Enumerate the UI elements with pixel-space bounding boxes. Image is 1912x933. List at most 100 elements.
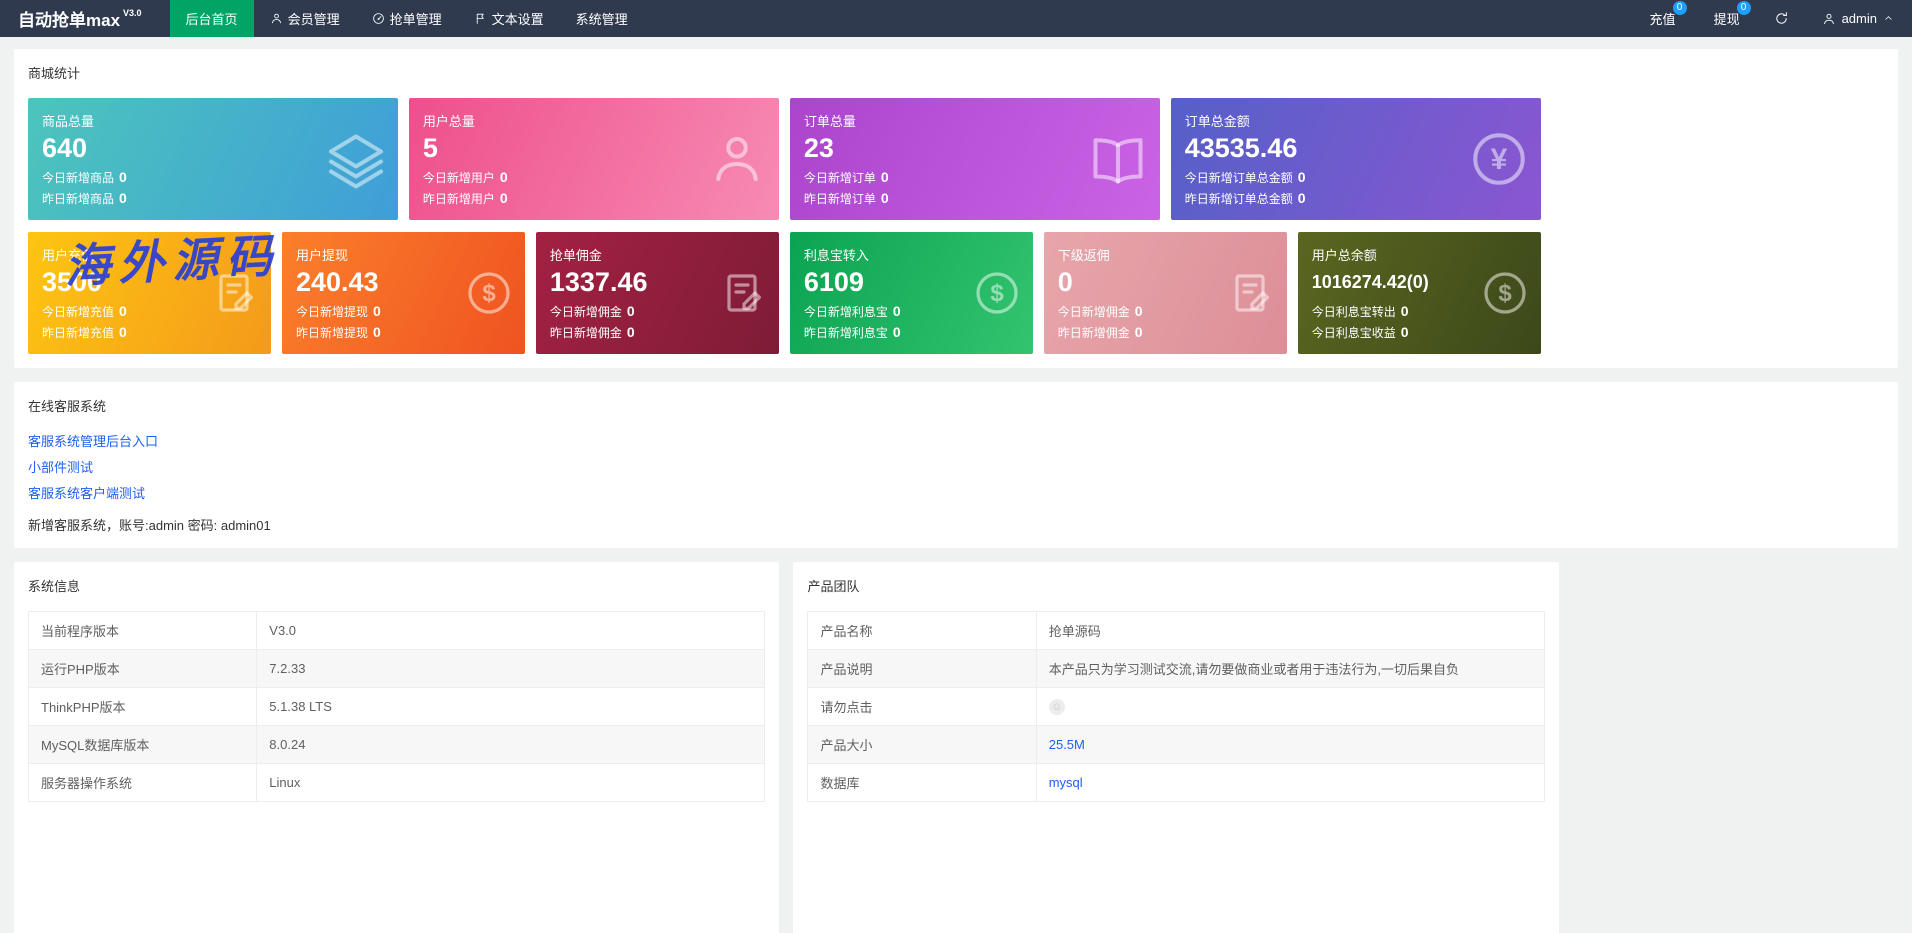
tile-title: 用户总量: [422, 114, 475, 129]
tile-line-label: 昨日新增订单总金额: [1184, 192, 1293, 207]
table-row: MySQL数据库版本 8.0.24: [27, 725, 766, 764]
nav-item-label: 系统管理: [575, 12, 628, 27]
header-button-label: 提现: [1713, 12, 1740, 27]
tile-stat-line: 昨日新增商品 0: [42, 190, 384, 207]
system-info-panel: 系统信息 当前程序版本 V3.0 运行PHP版本 7.2.33 ThinkPHP版本 5.…: [14, 562, 780, 933]
tile-line-label: 今日新增用户: [422, 171, 495, 186]
svg-text:$: $: [990, 280, 1004, 307]
service-link-2[interactable]: 客服系统客户端测试: [28, 483, 145, 502]
layers-icon: [326, 129, 386, 189]
tile-line-value: 0: [892, 324, 901, 341]
header-buttons: 充值 0 提现 0: [1631, 0, 1759, 37]
tile-line-value: 0: [1297, 169, 1306, 186]
top-header: 自动抢单max V3.0 后台首页 会员管理 抢单管理 文本设置 系统管理 充值 0 提现 0…: [0, 0, 1912, 37]
row-value: 7.2.33: [269, 661, 306, 676]
refresh-icon: [1774, 11, 1789, 26]
user-menu[interactable]: admin: [1804, 0, 1912, 37]
app-logo[interactable]: 自动抢单max V3.0: [0, 0, 160, 37]
tile-stat-line: 昨日新增订单总金额 0: [1185, 190, 1527, 207]
tile-line-label: 今日新增订单: [803, 171, 876, 186]
person-icon: [270, 12, 283, 25]
dollar-icon: $: [973, 269, 1021, 317]
tile-line-value: 0: [372, 303, 381, 320]
flag-icon: [474, 12, 487, 25]
nav-item-label: 抢单管理: [389, 12, 442, 27]
refresh-button[interactable]: [1759, 0, 1804, 37]
row-value-cell: 7.2.33: [256, 649, 766, 688]
row-label: 产品名称: [820, 624, 873, 639]
tile-line-label: 今日新增订单总金额: [1184, 171, 1293, 186]
row-label-cell: 数据库: [807, 763, 1037, 802]
header-button-1[interactable]: 提现 0: [1695, 0, 1759, 37]
header-button-0[interactable]: 充值 0: [1631, 0, 1695, 37]
nav-item-4[interactable]: 系统管理: [560, 0, 644, 37]
tile-title: 商品总量: [42, 114, 95, 129]
table-row: 请勿点击: [807, 687, 1545, 726]
row-value-link[interactable]: mysql: [1049, 775, 1083, 790]
row-value-cell: mysql: [1035, 763, 1545, 802]
row-label-cell: 产品大小: [807, 725, 1037, 764]
dashboard-icon: [372, 12, 385, 25]
nav-item-2[interactable]: 抢单管理: [356, 0, 458, 37]
nav-item-label: 会员管理: [287, 12, 340, 27]
service-panel-title: 在线客服系统: [28, 399, 107, 414]
tile-line-label: 今日利息宝转出: [1311, 304, 1396, 319]
row-value-cell: 8.0.24: [256, 725, 766, 764]
tile-line-value: 0: [119, 324, 127, 341]
dollar-icon: $: [1481, 269, 1529, 317]
row-value-cell: 抢单源码: [1035, 611, 1545, 650]
row-label: 当前程序版本: [41, 624, 120, 639]
product-team-table: 产品名称 抢单源码 产品说明 本产品只为学习测试交流,请勿要做商业或者用于违法行为,一…: [807, 611, 1545, 802]
tile-line-label: 今日新增利息宝: [803, 305, 888, 320]
product-team-title: 产品团队: [807, 579, 860, 594]
nav-item-3[interactable]: 文本设置: [458, 0, 560, 37]
nav-item-label: 文本设置: [491, 12, 544, 27]
row-label-cell: 运行PHP版本: [27, 649, 258, 688]
user-icon: [1822, 12, 1836, 26]
tile-line-label: 今日新增佣金: [1057, 305, 1130, 320]
tile-line-value: 0: [119, 169, 127, 186]
stat-tile-row1-1: 用户总量 5 今日新增用户 0 昨日新增用户 0: [408, 98, 779, 220]
service-link-0[interactable]: 客服系统管理后台入口: [28, 431, 158, 450]
stat-tile-row1-3: 订单总金额 43535.46 今日新增订单总金额 0 昨日新增订单总金额 0 ¥: [1170, 98, 1541, 220]
tile-title: 用户总余额: [1311, 248, 1377, 263]
book-icon: [1088, 129, 1148, 189]
nav-item-1[interactable]: 会员管理: [254, 0, 356, 37]
table-row: ThinkPHP版本 5.1.38 LTS: [27, 687, 766, 726]
person-icon: [707, 129, 767, 189]
row-value: Linux: [269, 775, 301, 790]
row-value-cell: [1035, 687, 1545, 726]
nav-item-0[interactable]: 后台首页: [169, 0, 254, 37]
tile-stat-line: 今日利息宝收益 0: [1312, 324, 1527, 341]
row-value-cell: Linux: [256, 763, 766, 802]
dollar-icon: $: [465, 269, 513, 317]
row-value: 抢单源码: [1048, 624, 1101, 639]
stat-tile-row2-5: 用户总余额 1016274.42(0) 今日利息宝转出 0 今日利息宝收益 0 $: [1297, 232, 1541, 354]
tile-line-label: 昨日新增充值: [42, 326, 115, 341]
stat-tile-row2-2: 抢单佣金 1337.46 今日新增佣金 0 昨日新增佣金 0: [535, 232, 779, 354]
notification-badge: 0: [1672, 1, 1687, 15]
row-value-cell: 25.5M: [1035, 725, 1545, 764]
tile-line-value: 0: [880, 169, 889, 186]
tile-line-value: 0: [1134, 324, 1143, 341]
table-row: 产品大小 25.5M: [807, 725, 1545, 764]
row-label-cell: 产品名称: [807, 611, 1037, 650]
row-value-link[interactable]: 25.5M: [1049, 737, 1085, 752]
dont-click-emoji-icon[interactable]: [1048, 699, 1065, 715]
tile-line-value: 0: [119, 303, 127, 320]
row-label-cell: ThinkPHP版本: [27, 687, 258, 726]
row-value-cell: 本产品只为学习测试交流,请勿要做商业或者用于违法行为,一切后果自负: [1035, 649, 1545, 688]
row-label-cell: 服务器操作系统: [27, 763, 258, 802]
tile-title: 利息宝转入: [803, 248, 869, 263]
main-content: 海外源码 商城统计 商品总量 640 今日新增商品 0 昨日新增商品 0 用户总量 5 今日新增…: [0, 37, 1912, 933]
tile-title: 用户提现: [295, 248, 348, 263]
row-value: 本产品只为学习测试交流,请勿要做商业或者用于违法行为,一切后果自负: [1048, 662, 1459, 677]
row-label: MySQL数据库版本: [41, 738, 150, 753]
row-label: 服务器操作系统: [41, 776, 133, 791]
tile-line-value: 0: [1400, 323, 1409, 340]
docpen-icon: [211, 269, 259, 317]
tile-line-label: 今日利息宝收益: [1311, 325, 1396, 340]
header-button-label: 充值: [1649, 12, 1676, 27]
service-link-1[interactable]: 小部件测试: [28, 457, 93, 476]
docpen-icon: [719, 269, 767, 317]
